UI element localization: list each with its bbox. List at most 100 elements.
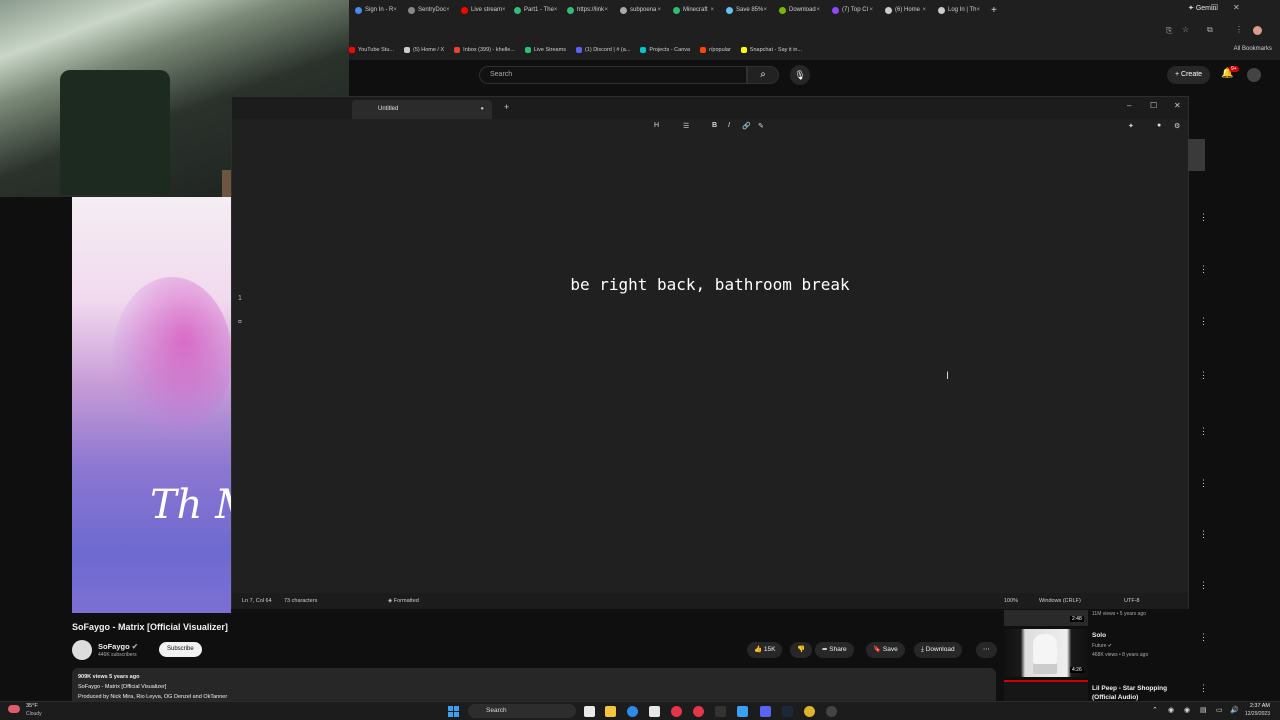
close-tab-icon[interactable]: ×: [816, 7, 820, 13]
opera-gx-icon[interactable]: [693, 706, 704, 717]
notepad-icon[interactable]: [737, 706, 748, 717]
edge-browser-icon[interactable]: [627, 706, 638, 717]
related-video-title[interactable]: Solo: [1092, 632, 1106, 639]
close-tab-icon[interactable]: ×: [502, 7, 506, 13]
editor-text-area[interactable]: 1 ¤ be right back, bathroom break Ⅰ: [232, 135, 1188, 593]
close-tab-icon[interactable]: ×: [763, 7, 767, 13]
close-tab-icon[interactable]: ×: [393, 7, 397, 13]
bookmark-item[interactable]: Projects - Canva: [640, 47, 690, 53]
star-icon[interactable]: ☆: [1182, 25, 1189, 34]
browser-tab[interactable]: Sign In - R ×: [349, 0, 402, 20]
close-tab-icon[interactable]: ×: [604, 7, 608, 13]
dislike-button[interactable]: 👎: [790, 642, 813, 658]
menu-dots-icon[interactable]: ⋮: [1235, 25, 1243, 34]
more-options-icon[interactable]: ⋮: [1199, 529, 1208, 540]
browser-tab[interactable]: Live stream ×: [455, 0, 508, 20]
more-options-icon[interactable]: ⋮: [1199, 478, 1208, 489]
bookmark-item[interactable]: (1) Discord | # (a...: [575, 47, 630, 53]
browser-tab[interactable]: Save 85% ×: [720, 0, 773, 20]
more-options-icon[interactable]: ⋮: [1199, 264, 1208, 275]
obs-icon[interactable]: [826, 706, 837, 717]
heading-button[interactable]: H: [654, 122, 659, 129]
new-tab-button[interactable]: +: [504, 102, 509, 112]
browser-tab[interactable]: SentryDoc ×: [402, 0, 455, 20]
copilot-taskbar-icon[interactable]: [584, 706, 595, 717]
tray-overflow-icon[interactable]: ⌃: [1152, 706, 1158, 714]
clear-format-button[interactable]: ✎: [758, 122, 764, 130]
more-options-icon[interactable]: ⋮: [1199, 426, 1208, 437]
tray-app-icon[interactable]: ▤: [1200, 706, 1207, 714]
more-options-icon[interactable]: ⋮: [1199, 316, 1208, 327]
close-tab-icon[interactable]: ×: [869, 7, 873, 13]
search-button[interactable]: ⌕: [747, 66, 779, 84]
capcut-icon[interactable]: [715, 706, 726, 717]
zoom-level[interactable]: 100%: [1004, 598, 1018, 604]
editor-content-text[interactable]: be right back, bathroom break: [232, 275, 1188, 294]
settings-gear-icon[interactable]: ⚙: [1174, 122, 1180, 130]
bookmark-item[interactable]: r/popular: [700, 47, 731, 53]
account-icon[interactable]: ●: [1157, 122, 1161, 129]
save-button[interactable]: 🔖 Save: [866, 642, 905, 658]
close-tab-icon[interactable]: ●: [480, 100, 484, 119]
more-options-icon[interactable]: ⋮: [1199, 212, 1208, 223]
new-tab-button[interactable]: +: [991, 5, 997, 16]
create-button[interactable]: + Create: [1167, 66, 1211, 84]
start-menu-icon[interactable]: [448, 706, 459, 717]
more-actions-button[interactable]: ⋯: [976, 642, 997, 658]
browser-tab[interactable]: (7) Top Cl ×: [826, 0, 879, 20]
minimize-icon[interactable]: –: [1189, 3, 1193, 12]
format-status[interactable]: ◈ Formatted: [388, 598, 419, 604]
line-ending[interactable]: Windows (CRLF): [1039, 598, 1081, 604]
minimize-icon[interactable]: –: [1127, 101, 1131, 110]
search-input[interactable]: Search: [479, 66, 747, 84]
bookmark-item[interactable]: Live Streams: [524, 47, 566, 53]
taskbar-search-box[interactable]: Search: [468, 704, 576, 718]
encoding[interactable]: UTF-8: [1124, 598, 1140, 604]
profile-icon[interactable]: [1253, 26, 1262, 35]
close-window-icon[interactable]: ✕: [1233, 3, 1240, 12]
bold-button[interactable]: B: [712, 122, 717, 129]
bookmark-item[interactable]: (5) Home / X: [403, 47, 444, 53]
steam-icon[interactable]: [782, 706, 793, 717]
clock-date[interactable]: 12/29/2023: [1245, 711, 1270, 717]
account-avatar[interactable]: [1247, 68, 1261, 82]
bookmark-item[interactable]: Inbox (399) - khelle...: [454, 47, 515, 53]
opera-icon[interactable]: [671, 706, 682, 717]
browser-tab[interactable]: Download ×: [773, 0, 826, 20]
discord-icon[interactable]: [760, 706, 771, 717]
display-icon[interactable]: ▭: [1216, 706, 1223, 714]
close-tab-icon[interactable]: ×: [657, 7, 661, 13]
copilot-icon[interactable]: ✦: [1128, 122, 1134, 130]
file-explorer-icon[interactable]: [605, 706, 616, 717]
tray-app-icon[interactable]: ◉: [1168, 706, 1174, 714]
related-video-title[interactable]: Lil Peep - Star Shopping (Official Audio…: [1092, 684, 1177, 702]
close-tab-icon[interactable]: ×: [554, 7, 558, 13]
italic-button[interactable]: I: [728, 122, 730, 129]
more-options-icon[interactable]: ⋮: [1199, 370, 1208, 381]
bookmark-item[interactable]: YouTube Stu...: [349, 47, 394, 53]
all-bookmarks-button[interactable]: All Bookmarks: [1234, 46, 1272, 52]
like-button[interactable]: 👍 15K: [747, 642, 783, 658]
chrome-icon[interactable]: [804, 706, 815, 717]
close-tab-icon[interactable]: ×: [922, 7, 926, 13]
browser-tab[interactable]: Part1 - The ×: [508, 0, 561, 20]
related-video-thumbnail[interactable]: [1004, 680, 1088, 702]
browser-tab[interactable]: Minecraft ×: [667, 0, 720, 20]
more-options-icon[interactable]: ⋮: [1199, 580, 1208, 591]
close-tab-icon[interactable]: ×: [976, 7, 980, 13]
browser-tab[interactable]: subpoena ×: [614, 0, 667, 20]
close-tab-icon[interactable]: ×: [446, 7, 450, 13]
subscribe-button[interactable]: Subscribe: [159, 642, 202, 657]
maximize-icon[interactable]: ☐: [1211, 3, 1218, 12]
browser-tab[interactable]: Log In | Th ×: [932, 0, 985, 20]
bookmark-item[interactable]: Snapchat - Say it in...: [740, 47, 802, 53]
more-options-icon[interactable]: ⋮: [1199, 632, 1208, 643]
channel-name[interactable]: SoFaygo ✔: [98, 642, 138, 651]
editor-tab[interactable]: Untitled ●: [352, 100, 492, 119]
maximize-icon[interactable]: ☐: [1150, 101, 1157, 110]
close-tab-icon[interactable]: ×: [710, 7, 714, 13]
extensions-icon[interactable]: ⧉: [1207, 25, 1213, 35]
voice-search-button[interactable]: 🎙: [790, 65, 810, 85]
share-button[interactable]: ➦ Share: [815, 642, 854, 658]
volume-icon[interactable]: 🔊: [1230, 706, 1239, 714]
